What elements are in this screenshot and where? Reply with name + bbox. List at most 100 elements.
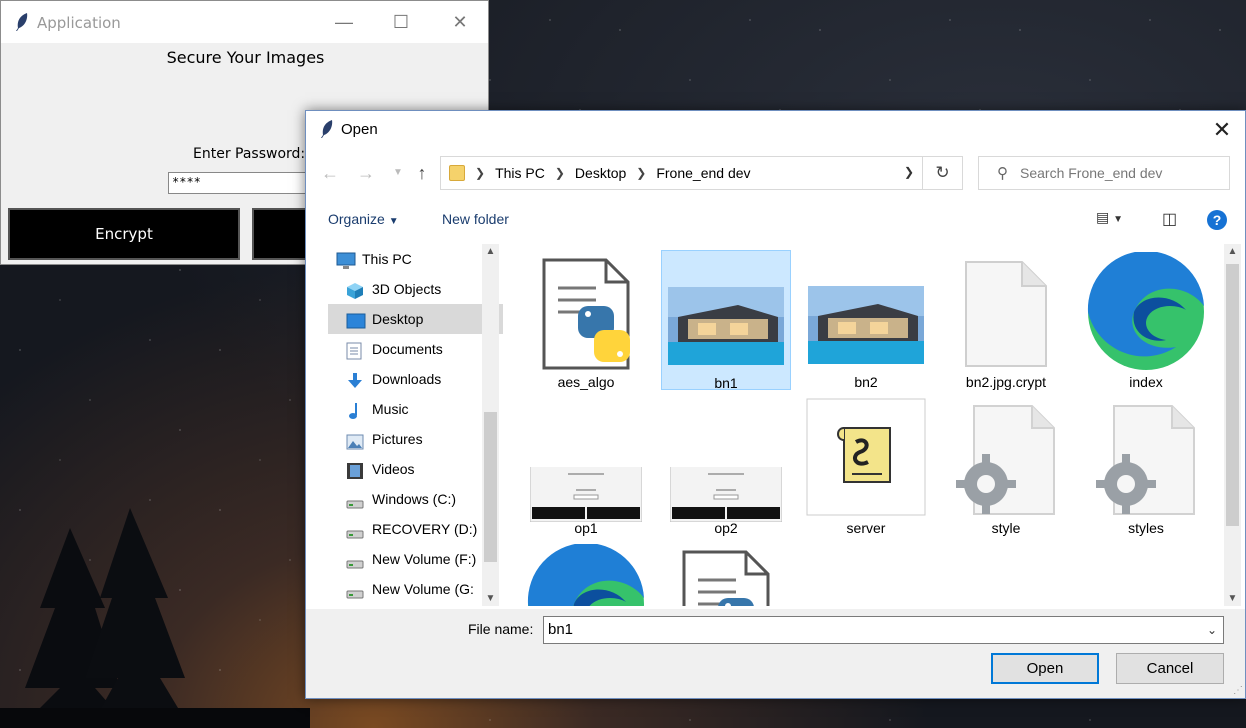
file-item[interactable]: styles [1081,396,1211,536]
nav-item[interactable]: Documents [328,334,503,364]
new-folder-button[interactable]: New folder [442,211,509,227]
nav-item[interactable]: New Volume (G: [328,574,503,604]
drive-icon [346,520,364,539]
desktop-icon [346,310,366,329]
file-item[interactable]: bn2 [801,250,931,390]
encrypt-button[interactable]: Encrypt [8,208,240,260]
file-name: server [846,520,886,536]
password-field[interactable]: **** [168,172,318,194]
nav-item[interactable]: Music [328,394,503,424]
cube-icon [346,280,364,299]
navigation-scrollbar[interactable]: ▲ ▼ [482,244,499,606]
organize-button[interactable]: Organize ▼ [328,211,399,227]
video-icon [346,460,364,479]
dialog-footer: File name: bn1 ⌄ Open Cancel ⋰ [306,609,1245,698]
scroll-down-icon[interactable]: ▼ [1224,593,1241,604]
maximize-icon[interactable]: ☐ [372,1,430,43]
chevron-down-icon[interactable]: ⌄ [1207,623,1217,637]
file-name: styles [1128,520,1164,536]
file-name: aes_algo [557,374,615,390]
nav-item[interactable]: This PC [328,244,503,274]
pc-icon [336,250,356,269]
nav-item-label: Desktop [372,311,424,327]
file-item[interactable]: style [941,396,1071,536]
app-titlebar: Application — ☐ ✕ [1,1,488,43]
preview-pane-icon[interactable]: ◫ [1162,209,1177,229]
script-icon [806,398,926,519]
address-bar[interactable]: ❯ This PC ❯ Desktop ❯ Frone_end dev ❯ ↻ [440,156,963,190]
scrollbar-thumb[interactable] [484,412,497,562]
file-name: bn1 [714,375,738,391]
chevron-down-icon[interactable]: ❯ [904,165,914,179]
settings-file-icon [1096,404,1196,519]
nav-item-label: Windows (C:) [372,491,457,507]
file-item[interactable]: op1 [521,396,651,536]
app-window-title: Application [37,14,121,32]
scroll-up-icon[interactable]: ▲ [1224,246,1241,257]
nav-item[interactable]: Pictures [328,424,503,454]
pictures-icon [346,430,364,450]
file-item[interactable]: aes_algo [521,250,651,390]
file-item[interactable]: index [1081,250,1211,390]
nav-item[interactable]: RECOVERY (D:) [328,514,503,544]
nav-item[interactable]: New Volume (F:) [328,544,503,574]
close-icon[interactable]: ✕ [1209,117,1235,143]
file-item[interactable]: bn2.jpg.crypt [941,250,1071,390]
document-icon [346,340,364,360]
screenshot-thumbnail [669,459,783,525]
edge-icon [526,542,646,606]
file-name: bn2.jpg.crypt [965,374,1047,390]
file-item[interactable] [521,542,651,606]
nav-item[interactable]: Windows (C:) [328,484,503,514]
file-name-value: bn1 [548,621,574,638]
file-item[interactable]: server [801,396,931,536]
chevron-right-icon: ❯ [554,166,565,180]
nav-item-label: This PC [362,251,412,267]
recent-locations-icon[interactable]: ▼ [386,161,410,185]
file-name-field[interactable]: bn1 ⌄ [543,616,1224,644]
scroll-down-icon[interactable]: ▼ [482,593,499,604]
back-arrow-icon[interactable]: ← [318,161,342,185]
file-name-label: File name: [468,621,534,637]
nav-item-label: Downloads [372,371,442,387]
breadcrumb-item[interactable]: This PC [495,165,545,181]
scroll-up-icon[interactable]: ▲ [482,246,499,257]
command-bar: Organize ▼ New folder ▤ ▼ ◫ [306,203,1245,235]
blank-file-icon [964,260,1048,371]
up-arrow-icon[interactable]: ↑ [410,161,434,185]
view-options-icon[interactable]: ▤ ▼ [1096,209,1123,226]
app-heading: Secure Your Images [166,48,325,67]
file-name: op1 [574,520,598,536]
file-item[interactable] [661,542,791,606]
open-button[interactable]: Open [991,653,1099,684]
drive-icon [346,580,364,599]
decrypt-button[interactable] [252,208,312,260]
file-item[interactable]: bn1 [661,250,791,391]
breadcrumb-item[interactable]: Desktop [575,165,626,181]
nav-item[interactable]: Videos [328,454,503,484]
nav-item[interactable]: 3D Objects [328,274,503,304]
minimize-icon[interactable]: — [315,1,373,43]
refresh-icon[interactable]: ↻ [922,157,962,189]
chevron-down-icon: ▼ [388,216,399,227]
tree-silhouette [0,508,310,728]
close-icon[interactable]: ✕ [431,1,489,43]
scrollbar-thumb[interactable] [1226,264,1239,526]
file-item[interactable]: op2 [661,396,791,536]
cancel-button[interactable]: Cancel [1116,653,1224,684]
file-list-scrollbar[interactable]: ▲ ▼ [1224,244,1241,606]
breadcrumb-item[interactable]: Frone_end dev [656,165,750,181]
search-box[interactable]: ⚲ Search Frone_end dev [978,156,1230,190]
resize-grip-icon[interactable]: ⋰ [1233,685,1243,696]
nav-item[interactable]: Downloads [328,364,503,394]
forward-arrow-icon[interactable]: → [354,161,378,185]
nav-item-label: Pictures [372,431,423,447]
python-file-icon [536,258,636,373]
nav-item[interactable]: Desktop [328,304,503,334]
nav-item-label: Music [372,401,409,417]
nav-item-label: RECOVERY (D:) [372,521,478,537]
help-icon[interactable]: ? [1207,210,1227,230]
drive-icon [346,550,364,569]
file-list: aes_algo bn1 bn2 bn2.jpg.crypt index op1 op2 se… [509,244,1224,606]
search-icon: ⚲ [997,165,1008,182]
